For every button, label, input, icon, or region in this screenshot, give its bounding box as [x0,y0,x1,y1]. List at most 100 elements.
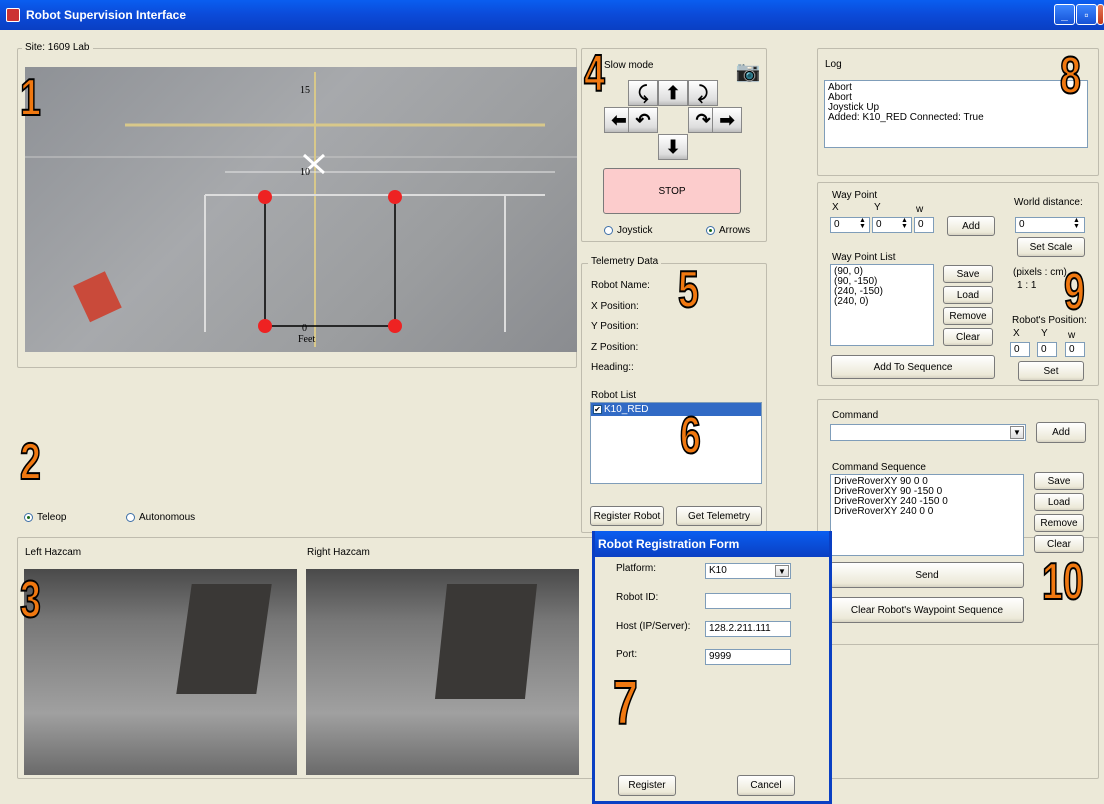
get-telemetry-button[interactable]: Get Telemetry [676,506,762,526]
set-position-button[interactable]: Set [1018,361,1084,381]
waypoint-add-button[interactable]: Add [947,216,995,236]
spinner-icon[interactable]: ▲ ▼ [901,217,908,230]
badge-8: 8 [1059,47,1081,105]
robot-name-label: Robot Name: [591,280,650,291]
badge-4: 4 [583,45,605,103]
slow-mode-label: Slow mode [604,60,654,71]
port-input[interactable]: 9999 [705,649,791,665]
waypoint-list-label: Way Point List [832,252,896,263]
scale-value: 1 : 1 [1017,280,1037,291]
waypoint-w-label: w [916,204,924,215]
host-input[interactable]: 128.2.211.111 [705,621,791,637]
clear-robot-waypoints-button[interactable]: Clear Robot's Waypoint Sequence [830,597,1024,623]
left-hazcam-label: Left Hazcam [25,547,82,558]
scale-units-label: (pixels : cm) [1013,267,1067,278]
sequence-save-button[interactable]: Save [1034,472,1084,490]
arrows-label: Arrows [719,225,751,236]
robot-list-label: Robot List [591,390,637,401]
y-position-label: Y Position: [591,321,639,332]
waypoint-clear-button[interactable]: Clear [943,328,993,346]
turn-right-forward-button[interactable]: ⤸ [688,80,718,106]
robot-id-input[interactable] [705,593,791,609]
badge-2: 2 [19,433,41,491]
log-line: Abort [828,82,852,93]
robot-list[interactable]: ✔ K10_RED [590,402,762,484]
scale-tick-15: 15 [300,85,310,96]
command-label: Command [832,410,879,421]
stop-button[interactable]: STOP [603,168,741,214]
scale-tick-0: 0 [302,323,307,334]
title-bar: Robot Supervision Interface [0,0,1104,30]
maximize-button[interactable]: ▫ [1076,4,1097,25]
close-button[interactable] [1097,4,1104,25]
autonomous-radio[interactable]: Autonomous [126,512,195,523]
autonomous-radio-dot[interactable] [126,513,135,522]
feet-label: Feet [298,334,316,345]
waypoint-y-label: Y [874,202,881,213]
badge-3: 3 [19,571,41,629]
teleop-radio-dot[interactable] [24,513,33,522]
chevron-down-icon[interactable]: ▼ [1010,426,1024,439]
waypoint-w-input[interactable]: 0 [914,217,934,233]
waypoint-list[interactable]: (90, 0) (90, -150) (240, -150) (240, 0) [830,264,934,346]
spinner-icon[interactable]: ▲ ▼ [859,217,866,230]
list-item[interactable]: DriveRoverXY 240 0 0 [834,507,1020,517]
robot-list-item-label: K10_RED [604,403,649,415]
robot-pos-y-label: Y [1041,328,1048,339]
robot-pos-x-input[interactable]: 0 [1010,342,1030,357]
waypoint-x-label: X [832,202,839,213]
sequence-load-button[interactable]: Load [1034,493,1084,511]
arrows-radio[interactable]: Arrows [706,225,750,236]
right-button[interactable]: ➡ [712,107,742,133]
command-add-button[interactable]: Add [1036,422,1086,443]
left-hazcam-object [176,584,272,694]
site-label: Site: 1609 Lab [22,42,93,53]
robot-pos-y-input[interactable]: 0 [1037,342,1057,357]
robot-pos-x-label: X [1013,328,1020,339]
list-item[interactable]: (240, 0) [834,297,930,307]
forward-button[interactable]: ⬆ [658,80,688,106]
right-hazcam-object [434,584,538,699]
platform-select[interactable]: K10 ▼ [705,563,791,579]
platform-value: K10 [709,565,727,576]
waypoint-save-button[interactable]: Save [943,265,993,283]
z-position-label: Z Position: [591,342,639,353]
teleop-label: Teleop [37,512,67,523]
camera-icon[interactable]: 📷 [735,58,761,84]
world-distance-label: World distance: [1014,197,1083,208]
arc-left-button[interactable]: ↶ [628,107,658,133]
log-line: Added: K10_RED Connected: True [828,112,984,123]
register-robot-button[interactable]: Register Robot [590,506,664,526]
command-sequence-list[interactable]: DriveRoverXY 90 0 0 DriveRoverXY 90 -150… [830,474,1024,556]
heading-label: Heading:: [591,362,634,373]
command-dropdown[interactable]: ▼ [830,424,1026,441]
spinner-icon[interactable]: ▲ ▼ [1073,217,1080,230]
send-button[interactable]: Send [830,562,1024,588]
set-scale-button[interactable]: Set Scale [1017,237,1085,257]
site-map-view[interactable]: 15 10 0 Feet [25,67,577,352]
add-to-sequence-button[interactable]: Add To Sequence [831,355,995,379]
teleop-radio[interactable]: Teleop [24,512,66,523]
arrows-radio-dot[interactable] [706,226,715,235]
registration-title: Robot Registration Form [595,531,829,557]
turn-left-forward-button[interactable]: ⤹ [628,80,658,106]
waypoint-load-button[interactable]: Load [943,286,993,304]
minimize-button[interactable]: _ [1054,4,1075,25]
sequence-clear-button[interactable]: Clear [1034,535,1084,553]
platform-label: Platform: [616,563,657,574]
cancel-button[interactable]: Cancel [737,775,795,796]
robot-list-item[interactable]: ✔ K10_RED [591,403,761,416]
sequence-remove-button[interactable]: Remove [1034,514,1084,532]
checkbox-icon[interactable]: ✔ [593,405,602,414]
log-box[interactable]: Abort Abort Joystick Up Added: K10_RED C… [824,80,1088,148]
backward-button[interactable]: ⬇ [658,134,688,160]
chevron-down-icon[interactable]: ▼ [775,565,789,577]
register-button[interactable]: Register [618,775,676,796]
robot-pos-w-input[interactable]: 0 [1065,342,1085,357]
badge-10: 10 [1041,553,1084,611]
joystick-radio-dot[interactable] [604,226,613,235]
badge-7: 7 [612,669,638,738]
autonomous-label: Autonomous [139,512,196,523]
waypoint-remove-button[interactable]: Remove [943,307,993,325]
joystick-radio[interactable]: Joystick [604,225,653,236]
